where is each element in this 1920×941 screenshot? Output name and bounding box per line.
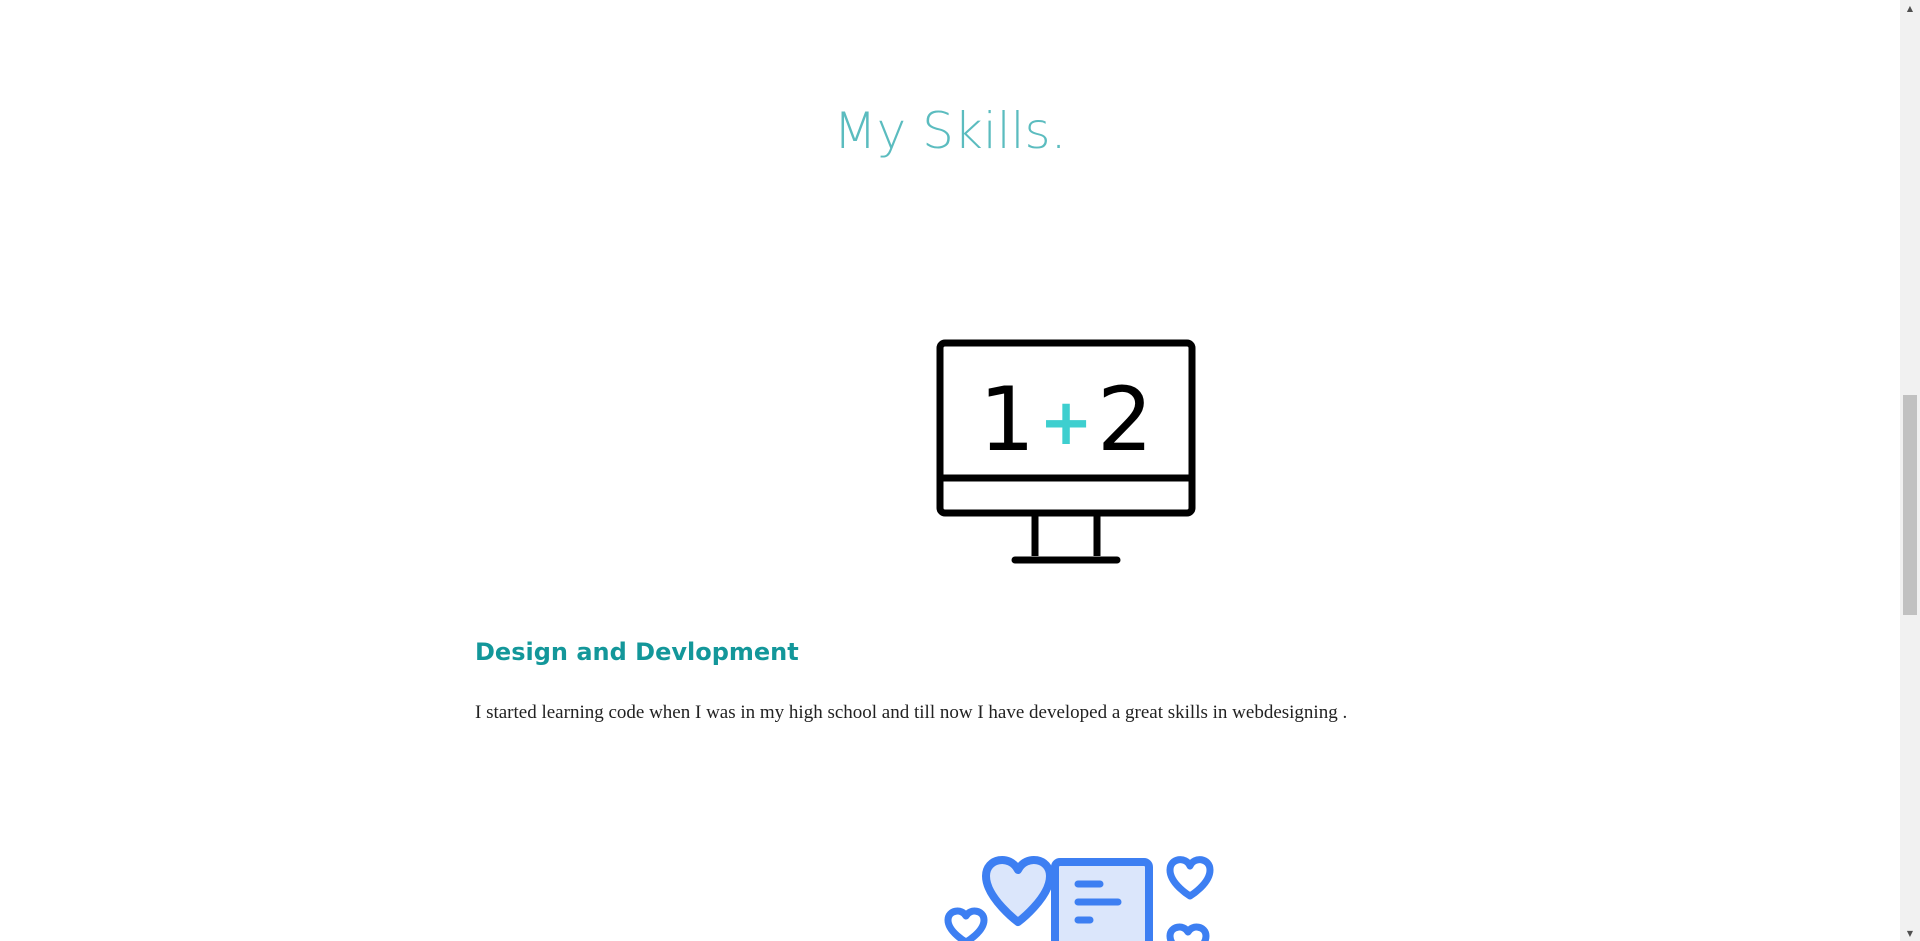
icon-digit-one: 1 — [979, 368, 1035, 471]
scroll-thumb[interactable] — [1903, 395, 1917, 615]
monitor-calculator-icon: 1 + 2 — [936, 339, 1196, 564]
small-heart-right-bottom — [1166, 923, 1210, 941]
scroll-up-arrow-icon[interactable]: ▲ — [1900, 0, 1920, 16]
small-heart-left — [944, 907, 988, 941]
icon-digit-two: 2 — [1097, 368, 1153, 471]
big-heart — [982, 856, 1054, 926]
icon-plus-sign: + — [1039, 386, 1093, 460]
skill-heading: Design and Devlopment — [475, 638, 799, 666]
skills-section: My Skills. 1 + 2 Design and Devlopment I… — [0, 0, 1900, 941]
page: My Skills. 1 + 2 Design and Devlopment I… — [0, 0, 1920, 941]
section-title: My Skills. — [833, 102, 1067, 160]
skill-description: I started learning code when I was in my… — [475, 702, 1348, 723]
small-heart-right-top — [1166, 856, 1214, 900]
vertical-scrollbar[interactable]: ▲ ▼ — [1900, 0, 1920, 941]
hearts-chat-icon — [944, 856, 1214, 941]
scroll-down-arrow-icon[interactable]: ▼ — [1900, 925, 1920, 941]
